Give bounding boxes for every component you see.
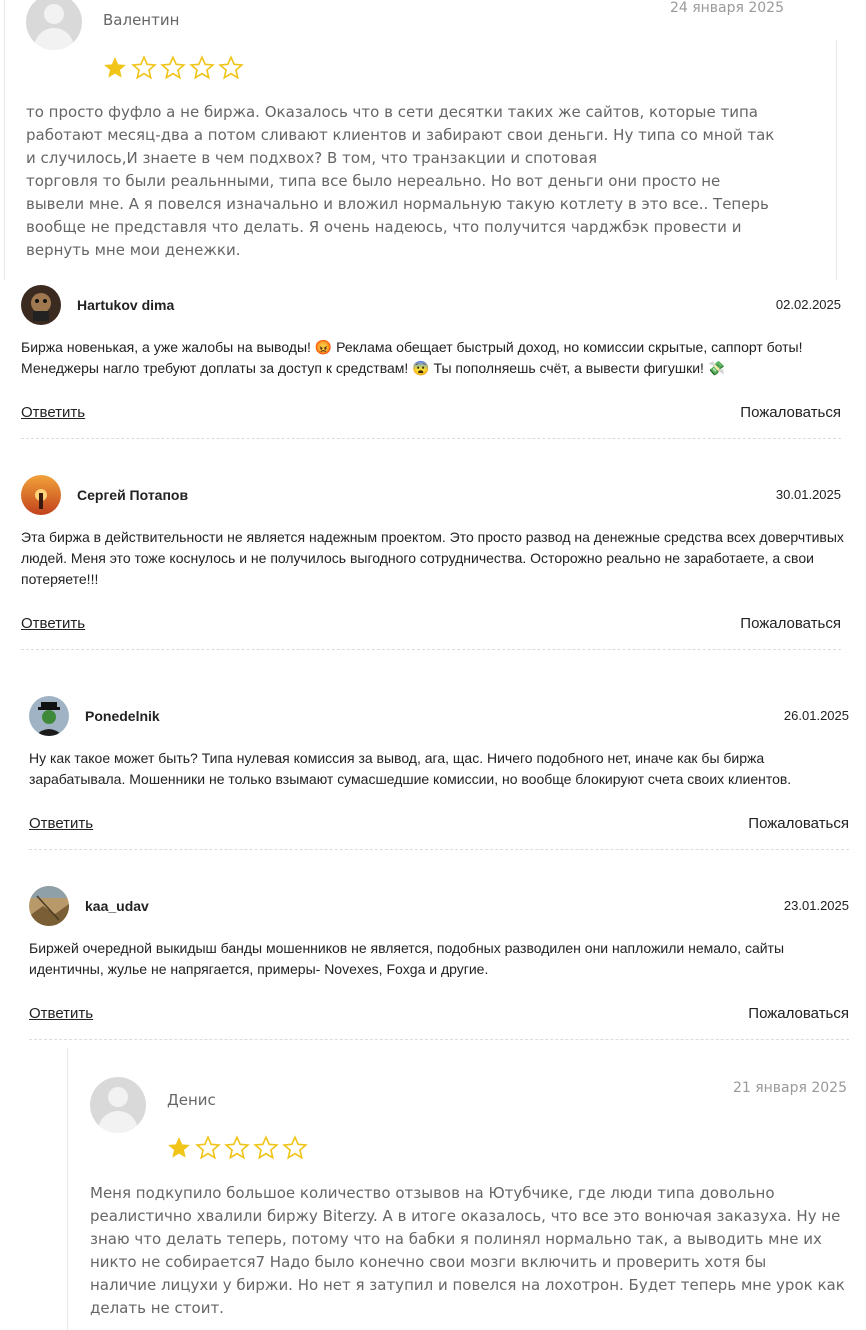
rating-stars	[166, 1135, 308, 1161]
divider	[29, 849, 849, 850]
reviewer-name: Денис	[167, 1091, 216, 1109]
commenter-name: Hartukov dima	[77, 297, 175, 313]
review-text-line: делать не стоит.	[90, 1299, 224, 1317]
report-link[interactable]: Пожаловаться	[740, 615, 841, 632]
divider-line	[836, 40, 837, 280]
reply-link[interactable]: Ответить	[29, 1005, 93, 1022]
comment-text-line: Ну как такое может быть? Типа нулевая ко…	[29, 750, 765, 766]
commenter-name: Сергей Потапов	[77, 487, 189, 503]
avatar	[21, 285, 61, 325]
divider	[21, 649, 841, 650]
comment: Hartukov dima 02.02.2025 Биржа новенькая…	[21, 285, 841, 440]
reply-link[interactable]: Ответить	[29, 815, 93, 832]
comment-date: 02.02.2025	[775, 297, 841, 312]
star-filled-icon	[104, 57, 126, 78]
review-text-line: реалистично хвалили биржу Biterzy. А в и…	[90, 1207, 841, 1225]
review-text-line: наличие лицухи у биржи. Но нет я затупил…	[90, 1276, 845, 1294]
avatar	[21, 475, 61, 515]
comment-text-line: Биржей очередной выкидыш банды мошеннико…	[29, 940, 785, 956]
comment-text-line: зарабатывала. Мошенники не только взымаю…	[29, 771, 792, 787]
review-date: 21 января 2025	[732, 1080, 847, 1096]
star-empty-icon	[224, 1135, 250, 1160]
divider	[21, 438, 841, 439]
comment: kaa_udav 23.01.2025 Биржей очередной вык…	[29, 886, 849, 1041]
star-empty-icon	[282, 1135, 308, 1160]
review-card: Денис 21 января 2025 Меня подкупило боль…	[70, 1060, 860, 1330]
star-filled-icon	[168, 1137, 190, 1158]
review-text-line: знаю что делать теперь, потому что на ба…	[90, 1230, 822, 1248]
comment: Ponedelnik 26.01.2025 Ну как такое может…	[29, 696, 849, 851]
comment-text: Эта биржа в действительности не является…	[21, 527, 844, 590]
commenter-name: Ponedelnik	[85, 708, 160, 724]
comment-text: Биржей очередной выкидыш банды мошеннико…	[29, 938, 784, 980]
report-link[interactable]: Пожаловаться	[748, 815, 849, 832]
comment-text: Биржа новенькая, а уже жалобы на выводы!…	[21, 337, 803, 379]
comment-text-line: Эта биржа в действительности не является…	[21, 529, 844, 545]
comment-date: 26.01.2025	[783, 708, 849, 723]
comment-text-line: потеряете!!!	[21, 571, 99, 587]
comment-text-line: людей. Меня это тоже коснулось и не полу…	[21, 550, 814, 566]
review-text-line: Меня подкупило большое количество отзыво…	[90, 1184, 775, 1202]
star-empty-icon	[160, 55, 186, 80]
avatar	[26, 0, 82, 50]
rating-stars	[102, 55, 244, 81]
star-empty-icon	[195, 1135, 221, 1160]
avatar	[29, 696, 69, 736]
reply-link[interactable]: Ответить	[21, 615, 85, 632]
commenter-name: kaa_udav	[85, 898, 149, 914]
review-text-line: и случилось,И знаете в чем подхвох? В то…	[26, 149, 598, 167]
reply-link[interactable]: Ответить	[21, 404, 85, 421]
review-date: 24 января 2025	[669, 0, 784, 16]
comment-date: 30.01.2025	[775, 487, 841, 502]
review-text-line: никто не собирается7 Надо было конечно с…	[90, 1253, 767, 1271]
comment-text: Ну как такое может быть? Типа нулевая ко…	[29, 748, 791, 790]
review-card: Валентин 24 января 2025 то просто фуфло …	[6, 0, 806, 280]
star-empty-icon	[189, 55, 215, 80]
comment-text-line: Менеджеры нагло требуют доплаты за досту…	[21, 360, 726, 376]
star-empty-icon	[218, 55, 244, 80]
review-text-line: то просто фуфло а не биржа. Оказалось чт…	[26, 103, 758, 121]
star-empty-icon	[253, 1135, 279, 1160]
review-text-line: вывели мне. А я повелся изначально и вло…	[26, 195, 769, 213]
review-text: то просто фуфло а не биржа. Оказалось чт…	[26, 101, 774, 262]
reviewer-name: Валентин	[103, 11, 180, 29]
report-link[interactable]: Пожаловаться	[748, 1005, 849, 1022]
divider-line	[4, 0, 5, 280]
avatar	[29, 886, 69, 926]
divider	[29, 1039, 849, 1040]
divider-line	[67, 1048, 68, 1330]
comment-text-line: идентичны, жулье не напрягается, примеры…	[29, 961, 489, 977]
report-link[interactable]: Пожаловаться	[740, 404, 841, 421]
avatar	[90, 1077, 146, 1133]
review-text-line: вернуть мне мои денежки.	[26, 241, 241, 259]
comment: Сергей Потапов 30.01.2025 Эта биржа в де…	[21, 475, 844, 651]
review-text-line: работают месяц-два а потом сливают клиен…	[26, 126, 775, 144]
review-text: Меня подкупило большое количество отзыво…	[90, 1182, 845, 1320]
review-text-line: торговля то были реальнными, типа все бы…	[26, 172, 721, 190]
comment-text-line: Биржа новенькая, а уже жалобы на выводы!…	[21, 339, 803, 355]
review-text-line: вообще не представля что делать. Я очень…	[26, 218, 742, 236]
comment-date: 23.01.2025	[783, 898, 849, 913]
star-empty-icon	[131, 55, 157, 80]
